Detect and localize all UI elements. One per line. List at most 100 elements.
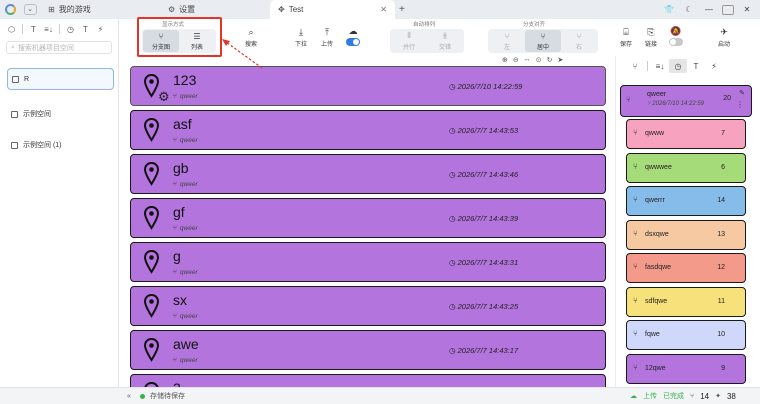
branch-count: 7 (721, 130, 725, 137)
search-icon: ⌕ (248, 27, 254, 37)
commit-card[interactable]: ⚙ 123 ⑂ qweer ◷ 2026/7/10 14:22:59 (130, 66, 606, 106)
branch-align-title: 分支对齐 (523, 22, 546, 28)
text-filter-icon[interactable]: T (78, 22, 93, 36)
window-menu-button[interactable]: ⌄ (20, 0, 40, 19)
cube-icon (11, 110, 18, 118)
fit-icon[interactable]: ↔ (524, 56, 531, 64)
commit-list: ⊕ ⊖ ↔ ⊙ ↻ ➤ ⚙ 123 ⑂ qweer ◷ 2026/7/10 14:22:… (120, 56, 615, 387)
close-window-button[interactable]: ✕ (740, 3, 754, 16)
search-label: 搜索 (245, 42, 258, 48)
notify-toggle-switch[interactable] (669, 38, 683, 46)
branch-item[interactable]: ⑂ dsxqwe 13 (626, 219, 746, 250)
list-sort-icon[interactable]: ≡↓ (41, 22, 56, 36)
sidebar-item-label: 示例空间 (1) (23, 142, 62, 149)
pull-button[interactable]: ⤓ 下拉 (295, 27, 307, 48)
branch-item[interactable]: ⑂ qwerrr 14 (626, 186, 746, 216)
locate-icon[interactable]: ➤ (558, 56, 564, 64)
refresh-icon[interactable]: ↻ (547, 56, 553, 64)
shirt-icon[interactable]: 👕 (662, 3, 676, 16)
sidebar-search-input[interactable]: ⌕ 搜索机器项目空间 (6, 41, 112, 54)
commit-card[interactable]: g ⑂ qweer ◷ 2026/7/7 14:43:31 (130, 242, 606, 282)
more-icon[interactable]: ⋮ (736, 100, 744, 109)
notify-toggle[interactable]: 🔕 (669, 26, 683, 46)
branch-icon: ⑂ (690, 392, 695, 400)
time-sort-icon[interactable]: ◷ (63, 22, 78, 36)
commit-count: 38 (726, 391, 736, 401)
branch-item-current[interactable]: ⑂ qweer ⑂ 2026/7/10 14:22:59 20 ✎ ⋮ (620, 85, 752, 117)
branch-item[interactable]: ⑂ sdfqwe 11 (626, 286, 746, 317)
cloud-done-icon: ☁ (630, 393, 637, 400)
card-user: ⑂ qweer (173, 181, 198, 188)
sidebar-item-r[interactable]: R (7, 68, 114, 90)
branch-item[interactable]: ⑂ fasdqwe 12 (626, 253, 746, 283)
branch-item[interactable]: ⑂ qwwwee 6 (626, 152, 746, 183)
card-title: awe (173, 336, 199, 352)
upload-status: 上传 (643, 393, 657, 400)
list-sort-icon[interactable]: ≡↓ (651, 59, 669, 73)
cloud-sync-toggle[interactable]: ☁ (346, 26, 360, 46)
arrange-parallel-button[interactable]: ⫴ 并行 (391, 30, 427, 52)
sidebar-item-example-space[interactable]: 示例空间 (7, 103, 114, 125)
status-right: ☁ 上传 已完成 ⑂ 14 ✦ 38 (630, 391, 736, 401)
sync-toggle-switch[interactable] (346, 38, 360, 46)
close-icon[interactable]: ✕ (380, 5, 387, 14)
launch-button[interactable]: ✈ 启动 (718, 27, 730, 48)
zoom-out-icon[interactable]: ⊖ (513, 56, 519, 64)
card-user: ⑂ qweer (173, 137, 198, 144)
commit-card[interactable]: sx ⑂ qweer ◷ 2026/7/7 14:43:25 (130, 286, 606, 326)
save-button[interactable]: ⌸ 保存 (620, 27, 632, 48)
align-right-button[interactable]: ⑂ 右 (561, 30, 597, 52)
branch-item[interactable]: ⑂ fqwe 10 (626, 320, 746, 350)
commit-icon: ✦ (715, 393, 721, 400)
card-title: gb (173, 160, 189, 176)
branch-icon: ⑂ (173, 181, 177, 188)
clock-icon: ◷ (449, 126, 458, 135)
window-controls: 👕 ☾ — ✕ (662, 0, 760, 19)
add-tab-button[interactable]: + (395, 0, 409, 19)
minimize-button[interactable]: — (702, 3, 716, 16)
sidebar-item-example-space-1[interactable]: 示例空间 (1) (7, 134, 114, 156)
maximize-button[interactable] (722, 4, 734, 15)
link-button[interactable]: ⎘ 链接 (645, 27, 657, 48)
text-sort-icon[interactable]: T (687, 59, 705, 73)
card-date: ◷ 2026/7/7 14:43:53 (449, 126, 518, 135)
search-button[interactable]: ⌕ 搜索 (245, 27, 257, 48)
branch-icon: ⑂ (633, 228, 638, 238)
collapse-icon[interactable]: « (127, 393, 131, 400)
branch-filter-icon[interactable]: ⑂ (626, 59, 644, 73)
cube-add-icon[interactable]: ⬡ (4, 22, 19, 36)
location-pin-icon (143, 249, 160, 274)
chevron-right-icon[interactable]: › (604, 100, 606, 107)
moon-icon[interactable]: ☾ (682, 3, 696, 16)
card-date: ◷ 2026/7/7 14:43:39 (449, 214, 518, 223)
diamond-icon: ✥ (278, 5, 285, 14)
commit-card[interactable]: asf ⑂ qweer ◷ 2026/7/7 14:43:53 (130, 110, 606, 150)
edit-icon[interactable]: ✎ (739, 89, 745, 97)
align-left-button[interactable]: ⑂ 左 (489, 30, 525, 52)
tab-test[interactable]: ✥ Test ✕ (270, 0, 395, 19)
arrange-staggered-button[interactable]: ⫵ 交错 (427, 30, 463, 52)
branch-count: 6 (721, 163, 725, 171)
commit-card[interactable]: gf ⑂ qweer ◷ 2026/7/7 14:43:39 (130, 198, 606, 238)
card-user-name: qweer (179, 313, 198, 320)
reset-view-icon[interactable]: ⊙ (536, 56, 542, 64)
time-sort-icon[interactable]: ◷ (669, 59, 687, 73)
branch-icon: ⑂ (633, 362, 638, 372)
magic-icon[interactable]: ⚡ (705, 59, 723, 73)
gear-icon[interactable]: ⚙ (158, 89, 170, 105)
text-sort-icon[interactable]: T (26, 22, 41, 36)
commit-card[interactable]: awe ⑂ qweer ◷ 2026/7/7 14:43:17 (130, 330, 606, 370)
zoom-in-icon[interactable]: ⊕ (502, 56, 508, 64)
magic-icon[interactable]: ⚡ (93, 22, 108, 36)
commit-card[interactable]: gb ⑂ qweer ◷ 2026/7/7 14:43:46 (130, 154, 606, 194)
commit-card[interactable]: 2 (130, 374, 606, 387)
align-center-button[interactable]: ⑂ 居中 (525, 30, 561, 52)
card-date-text: 2026/7/7 14:43:17 (457, 346, 519, 355)
search-icon: ⌕ (11, 43, 15, 51)
upload-icon: ⤒ (325, 27, 329, 37)
done-status: 已完成 (663, 393, 684, 400)
upload-button[interactable]: ⤒ 上传 (321, 27, 333, 48)
branch-icon: ⑂ (633, 128, 638, 137)
branch-item[interactable]: ⑂ qwww 7 (626, 119, 746, 149)
branch-item[interactable]: ⑂ 12qwe 9 (626, 353, 746, 384)
